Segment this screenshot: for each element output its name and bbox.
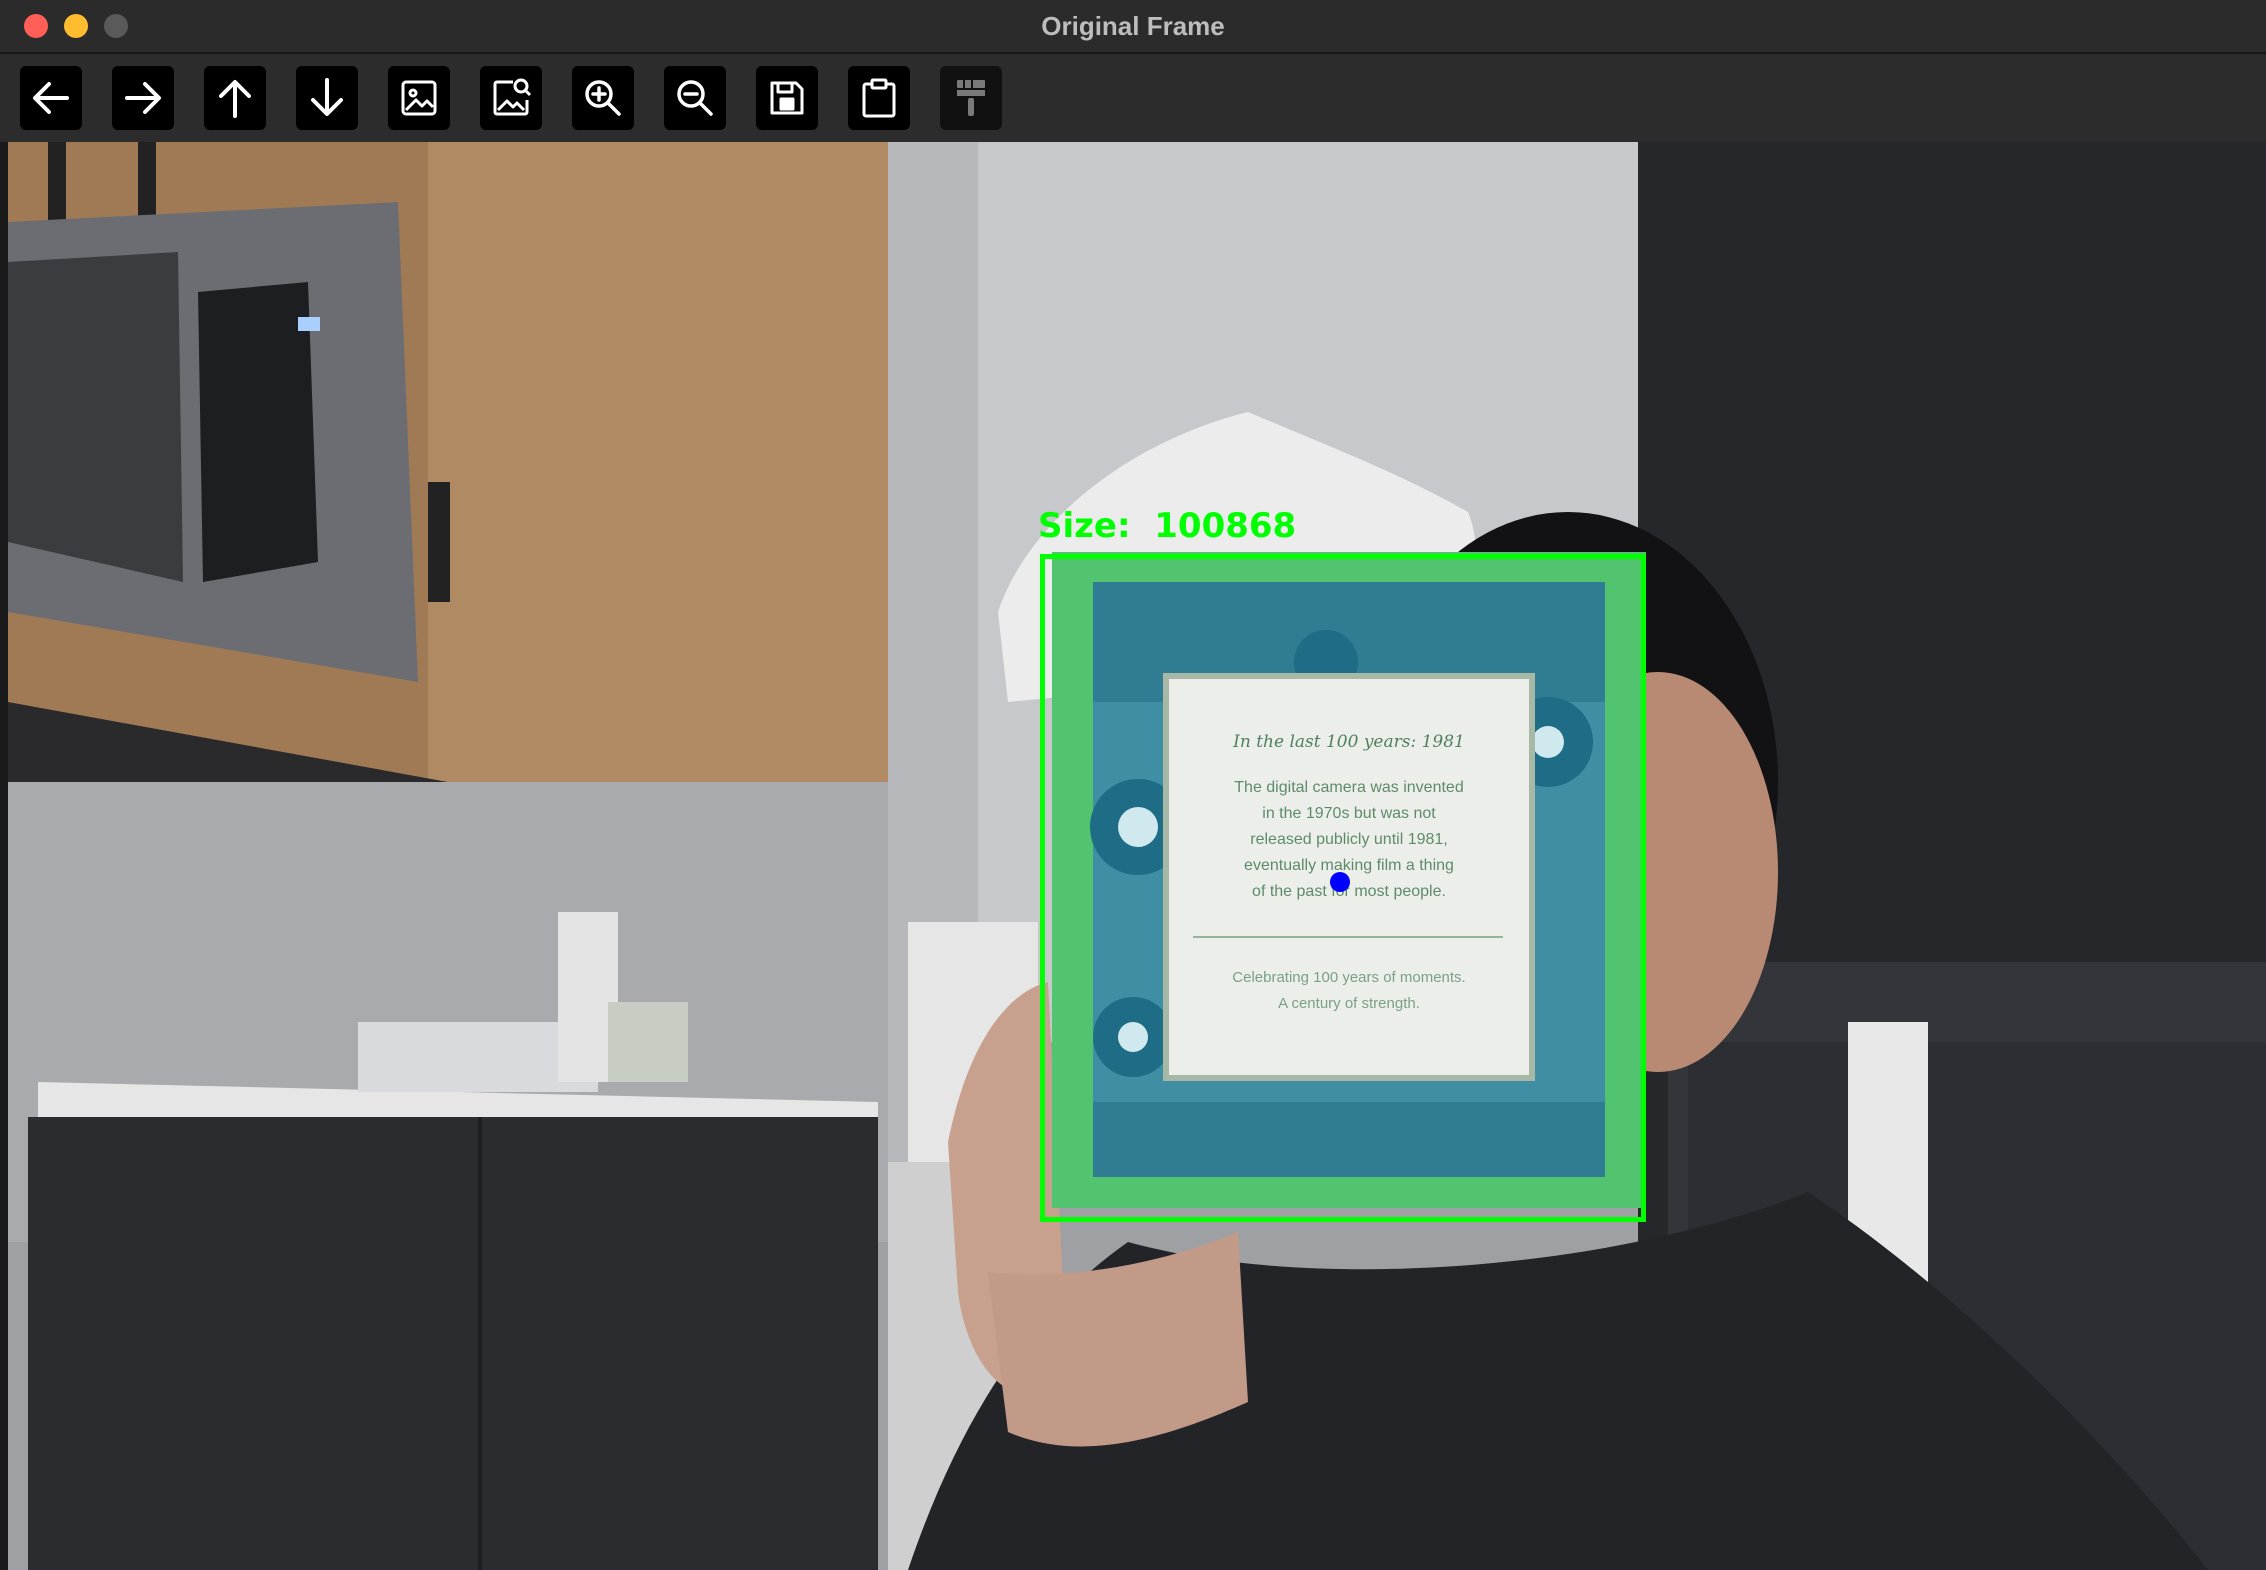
zoom-in-button[interactable]: [572, 66, 634, 130]
clipboard-icon: [862, 78, 896, 118]
arrow-up-icon: [219, 80, 251, 118]
toolbar: [0, 54, 2266, 142]
window-title: Original Frame: [1041, 11, 1225, 41]
title-bar: Original Frame: [0, 0, 2266, 54]
zoom-original-button[interactable]: [480, 66, 542, 130]
window-left-edge: [0, 142, 8, 1570]
arrow-down-icon: [311, 78, 343, 116]
centroid-marker: [1330, 872, 1350, 892]
save-icon: [770, 81, 804, 115]
zoom-fit-button[interactable]: [388, 66, 450, 130]
save-button[interactable]: [756, 66, 818, 130]
arrow-right-icon: [125, 82, 161, 114]
image-icon: [401, 80, 437, 116]
paintbrush-icon: [957, 80, 985, 116]
copy-to-clipboard-button[interactable]: [848, 66, 910, 130]
zoom-out-icon: [677, 80, 713, 116]
image-search-icon: [493, 78, 532, 116]
camera-frame: In the last 100 years: 1981 The digital …: [8, 142, 2266, 1570]
pan-down-button[interactable]: [296, 66, 358, 130]
arrow-left-icon: [33, 82, 69, 114]
zoom-in-icon: [585, 80, 621, 116]
pan-right-button[interactable]: [112, 66, 174, 130]
size-label: Size: 100868: [1038, 506, 1297, 546]
pan-left-button[interactable]: [20, 66, 82, 130]
properties-button[interactable]: [940, 66, 1002, 130]
pan-up-button[interactable]: [204, 66, 266, 130]
zoom-out-button[interactable]: [664, 66, 726, 130]
